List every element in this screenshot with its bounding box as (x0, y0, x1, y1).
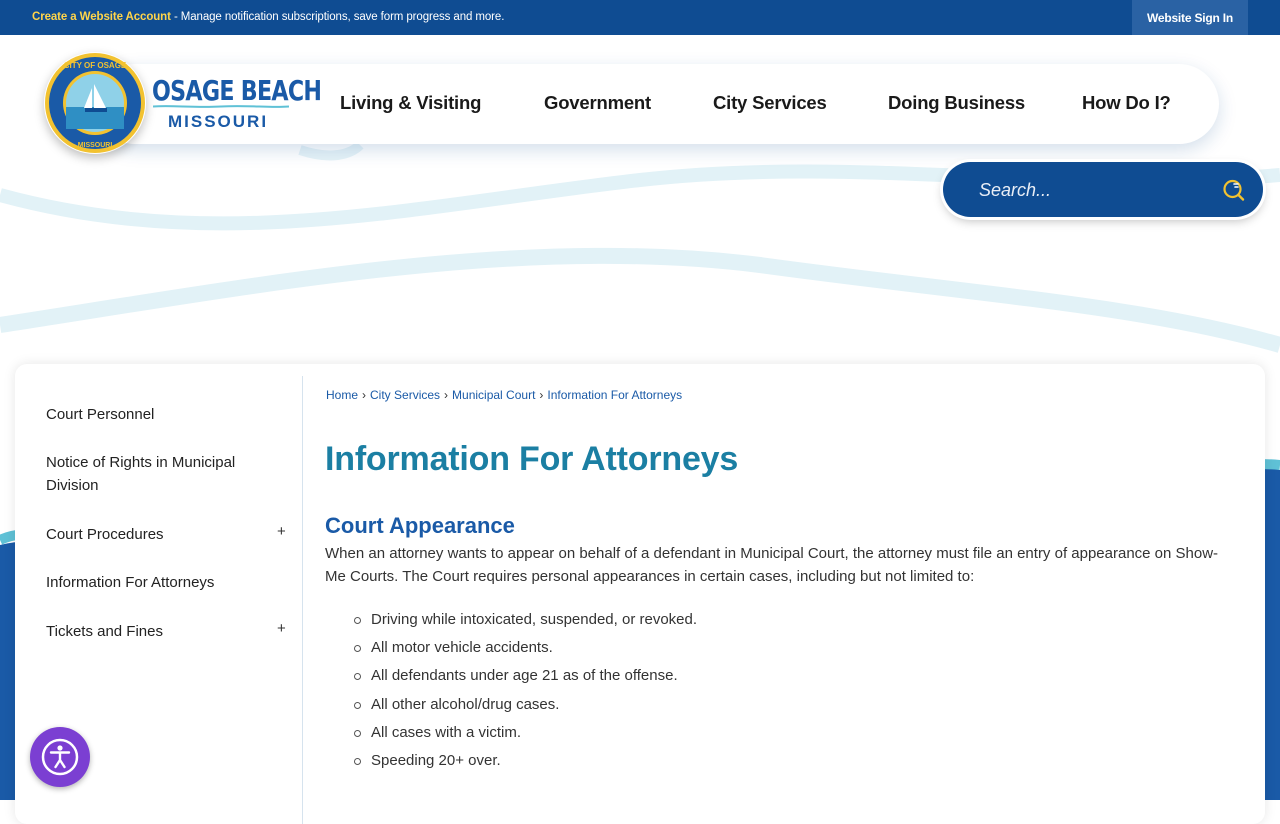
website-sign-in-button[interactable]: Website Sign In (1132, 0, 1248, 35)
list-item: All other alcohol/drug cases. (325, 693, 697, 721)
city-seal-logo[interactable]: CITY OF OSAGE MISSOURI (44, 52, 146, 154)
page-title: Information For Attorneys (325, 440, 739, 478)
section-title: Court Appearance (325, 513, 515, 538)
intro-paragraph: When an attorney wants to appear on beha… (325, 545, 1219, 585)
breadcrumb-separator: › (362, 388, 367, 402)
brand-subtitle: MISSOURI (168, 112, 269, 131)
accessibility-icon (41, 738, 79, 776)
svg-text:CITY OF OSAGE: CITY OF OSAGE (64, 61, 127, 70)
search-bar (943, 162, 1263, 217)
list-item: All defendants under age 21 as of the of… (325, 664, 697, 692)
account-message-text: - Manage notification subscriptions, sav… (170, 11, 505, 23)
sidebar-item-court-personnel[interactable]: Court Personnel (46, 403, 266, 426)
sidebar-item-notice-of-rights[interactable]: Notice of Rights in Municipal Division (46, 451, 266, 497)
svg-text:MISSOURI: MISSOURI (78, 142, 113, 149)
sidebar-item-court-procedures[interactable]: Court Procedures (46, 523, 266, 546)
nav-city-services[interactable]: City Services (713, 92, 827, 114)
top-bar: Create a Website Account - Manage notifi… (0, 0, 1280, 35)
expand-tickets-and-fines-icon[interactable]: + (277, 620, 286, 637)
appearance-list: Driving while intoxicated, suspended, or… (325, 608, 697, 777)
brand-wave-line (153, 105, 289, 108)
search-input[interactable] (977, 176, 1211, 204)
list-item: Speeding 20+ over. (325, 749, 697, 777)
content-panel: Court Personnel Notice of Rights in Muni… (15, 364, 1265, 824)
accessibility-button[interactable] (30, 727, 90, 787)
nav-doing-business[interactable]: Doing Business (888, 92, 1025, 114)
account-message: Create a Website Account - Manage notifi… (32, 11, 504, 23)
create-account-link[interactable]: Create a Website Account (32, 11, 171, 23)
breadcrumb-city-services[interactable]: City Services (370, 388, 440, 402)
breadcrumb-municipal-court[interactable]: Municipal Court (452, 388, 535, 402)
list-item: Driving while intoxicated, suspended, or… (325, 608, 697, 636)
search-icon[interactable] (1222, 178, 1246, 202)
brand-name[interactable]: OSAGE BEACH (152, 74, 322, 107)
sidebar-divider (302, 376, 303, 824)
breadcrumb-home[interactable]: Home (326, 388, 358, 402)
breadcrumb-separator: › (444, 388, 449, 402)
breadcrumb-current[interactable]: Information For Attorneys (547, 388, 682, 402)
nav-living-visiting[interactable]: Living & Visiting (340, 92, 481, 114)
list-item: All cases with a victim. (325, 721, 697, 749)
nav-how-do-i[interactable]: How Do I? (1082, 92, 1171, 114)
list-item: All motor vehicle accidents. (325, 636, 697, 664)
nav-government[interactable]: Government (544, 92, 651, 114)
breadcrumb-separator: › (539, 388, 544, 402)
expand-court-procedures-icon[interactable]: + (277, 523, 286, 540)
sidebar-item-information-for-attorneys[interactable]: Information For Attorneys (46, 571, 266, 594)
sidebar-item-tickets-and-fines[interactable]: Tickets and Fines (46, 620, 266, 643)
breadcrumb: Home › City Services › Municipal Court › Infor… (326, 388, 682, 402)
